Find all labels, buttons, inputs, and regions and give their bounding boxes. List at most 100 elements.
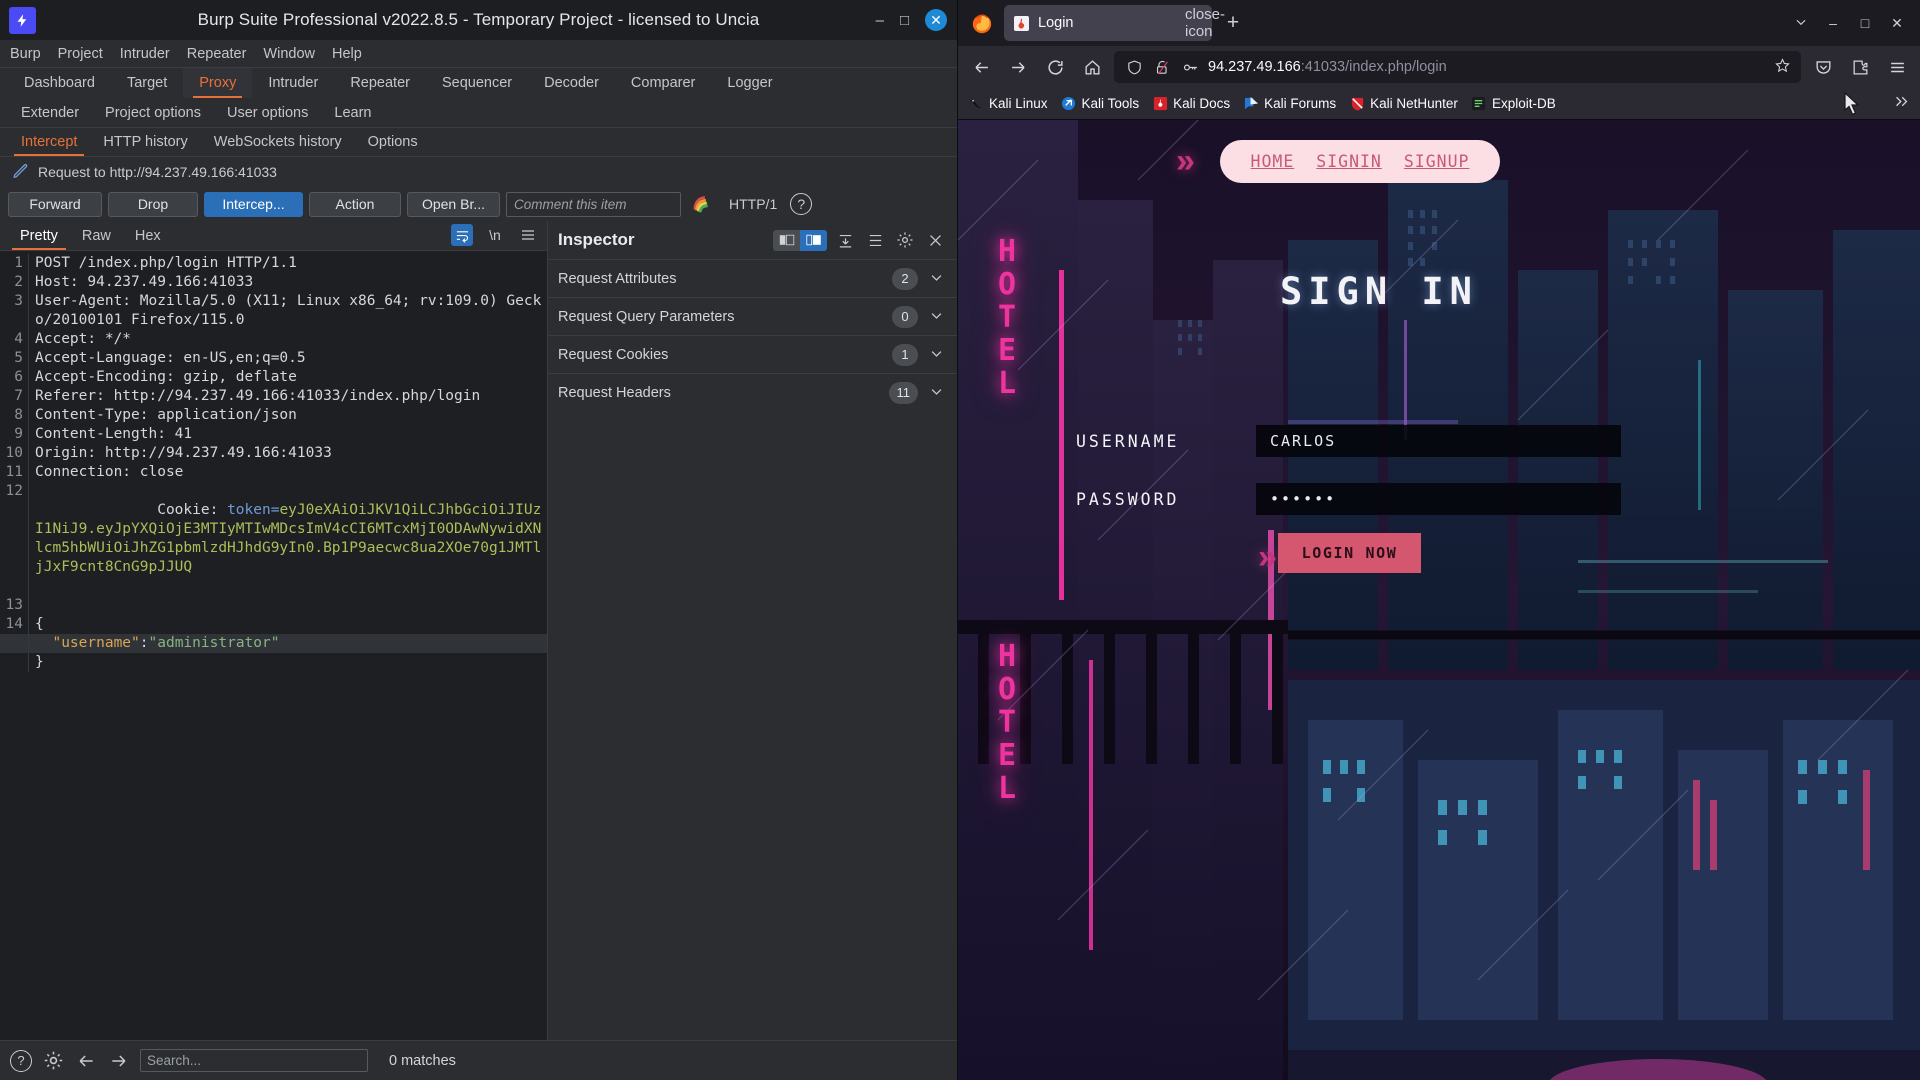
chevron-down-icon[interactable] [925, 384, 947, 402]
nav-link-signup[interactable]: SIGNUP [1404, 152, 1470, 171]
tab-http-history[interactable]: HTTP history [90, 128, 200, 156]
comment-input[interactable]: Comment this item [506, 192, 681, 217]
username-input[interactable]: CARLOS [1256, 425, 1621, 457]
body-colon: : [140, 635, 149, 651]
bookmark-kali-tools[interactable]: Kali Tools [1061, 96, 1140, 112]
close-icon[interactable] [923, 228, 947, 252]
menu-help[interactable]: Help [332, 46, 362, 62]
action-button[interactable]: Action [309, 192, 401, 217]
login-now-button[interactable]: LOGIN NOW [1278, 533, 1421, 573]
inspector-row[interactable]: Request Query Parameters0 [548, 297, 957, 335]
expand-all-icon[interactable] [863, 228, 887, 252]
minimize-button[interactable]: – [1824, 15, 1842, 31]
inspector-header: Inspector [548, 221, 957, 259]
arrow-left-icon[interactable] [966, 52, 996, 82]
bookmark-kali-nethunter[interactable]: Kali NetHunter [1349, 96, 1458, 112]
plus-icon[interactable]: + [1218, 8, 1248, 38]
password-input[interactable]: •••••• [1256, 483, 1621, 515]
tab-dashboard[interactable]: Dashboard [8, 68, 111, 98]
tab-websockets-history[interactable]: WebSockets history [201, 128, 355, 156]
panel-right-icon[interactable] [800, 230, 827, 251]
word-wrap-icon[interactable] [451, 224, 473, 246]
tab-hex[interactable]: Hex [123, 221, 173, 250]
menu-window[interactable]: Window [263, 46, 315, 62]
extensions-icon[interactable] [1845, 52, 1875, 82]
hamburger-menu-icon[interactable] [1882, 52, 1912, 82]
tab-raw[interactable]: Raw [70, 221, 123, 250]
chevron-down-icon[interactable] [925, 346, 947, 364]
tab-intruder[interactable]: Intruder [252, 68, 334, 98]
shield-icon[interactable] [1124, 52, 1144, 82]
maximize-button[interactable]: □ [1856, 15, 1874, 31]
question-circle-icon[interactable]: ? [10, 1050, 32, 1072]
reload-icon[interactable] [1040, 52, 1070, 82]
bookmark-kali-docs[interactable]: Kali Docs [1152, 96, 1230, 112]
tab-sequencer[interactable]: Sequencer [426, 68, 528, 98]
firefox-nav-bar: 94.237.49.166:41033/index.php/login [958, 46, 1920, 88]
arrow-right-icon[interactable] [1003, 52, 1033, 82]
bookmark-kali-forums[interactable]: Kali Forums [1243, 96, 1336, 112]
chevron-double-right-icon[interactable] [1893, 93, 1910, 115]
chevron-down-icon[interactable] [925, 270, 947, 288]
close-button[interactable]: ✕ [925, 9, 947, 31]
maximize-button[interactable]: □ [900, 13, 909, 28]
lock-broken-icon[interactable] [1152, 52, 1172, 82]
rainbow-flag-icon[interactable] [693, 194, 715, 214]
star-icon[interactable] [1774, 57, 1791, 78]
tab-target[interactable]: Target [111, 68, 183, 98]
tab-proxy[interactable]: Proxy [183, 68, 252, 98]
tab-intercept[interactable]: Intercept [8, 128, 90, 156]
collapse-all-icon[interactable] [833, 228, 857, 252]
tab-user-options[interactable]: User options [214, 98, 321, 127]
drop-button[interactable]: Drop [108, 192, 198, 217]
code-line-text: Accept: */* [28, 330, 547, 349]
search-input[interactable]: Search... [140, 1049, 368, 1072]
code-line-body-username[interactable]: "username":"administrator" [0, 634, 547, 653]
menu-intruder[interactable]: Intruder [120, 46, 170, 62]
gear-icon[interactable] [893, 228, 917, 252]
menu-project[interactable]: Project [58, 46, 103, 62]
panel-left-icon[interactable] [773, 230, 800, 251]
url-bar[interactable]: 94.237.49.166:41033/index.php/login [1114, 51, 1801, 83]
gear-icon[interactable] [41, 1049, 65, 1073]
tab-comparer[interactable]: Comparer [615, 68, 711, 98]
hamburger-menu-icon[interactable] [517, 224, 539, 246]
bookmark-label: Kali Tools [1082, 96, 1140, 111]
open-browser-button[interactable]: Open Br... [407, 192, 500, 217]
close-icon[interactable]: close-icon [1185, 6, 1203, 40]
menu-burp[interactable]: Burp [10, 46, 41, 62]
bookmark-kali-linux[interactable]: Kali Linux [968, 96, 1048, 112]
arrow-left-icon[interactable] [74, 1049, 98, 1073]
tab-pretty[interactable]: Pretty [8, 221, 70, 250]
request-code-view[interactable]: 1POST /index.php/login HTTP/1.12Host: 94… [0, 251, 547, 1040]
key-icon[interactable] [1180, 52, 1200, 82]
chevron-down-icon[interactable] [925, 308, 947, 326]
forward-button[interactable]: Forward [8, 192, 102, 217]
newline-icon[interactable]: \n [484, 224, 506, 246]
tab-learn[interactable]: Learn [321, 98, 384, 127]
tab-options[interactable]: Options [355, 128, 431, 156]
home-icon[interactable] [1077, 52, 1107, 82]
inspector-row[interactable]: Request Attributes2 [548, 259, 957, 297]
nav-link-signin[interactable]: SIGNIN [1316, 152, 1382, 171]
bookmark-exploit-db[interactable]: Exploit-DB [1471, 96, 1556, 112]
arrow-right-icon[interactable] [107, 1049, 131, 1073]
tab-repeater[interactable]: Repeater [334, 68, 426, 98]
chevron-down-icon[interactable] [1792, 15, 1810, 32]
question-mark-icon[interactable]: ? [790, 193, 812, 215]
intercept-toggle-button[interactable]: Intercep... [204, 192, 303, 217]
tab-decoder[interactable]: Decoder [528, 68, 615, 98]
close-button[interactable]: ✕ [1888, 15, 1906, 32]
pocket-icon[interactable] [1808, 52, 1838, 82]
line-number: 1 [0, 254, 28, 273]
inspector-row[interactable]: Request Cookies1 [548, 335, 957, 373]
menu-repeater[interactable]: Repeater [187, 46, 247, 62]
chevron-decoration-mid: » [1258, 538, 1271, 577]
browser-tab-login[interactable]: Login close-icon [1004, 5, 1212, 41]
nav-link-home[interactable]: HOME [1251, 152, 1295, 171]
tab-project-options[interactable]: Project options [92, 98, 214, 127]
tab-extender[interactable]: Extender [8, 98, 92, 127]
inspector-row[interactable]: Request Headers11 [548, 373, 957, 411]
tab-logger[interactable]: Logger [711, 68, 788, 98]
minimize-button[interactable]: – [876, 13, 884, 28]
